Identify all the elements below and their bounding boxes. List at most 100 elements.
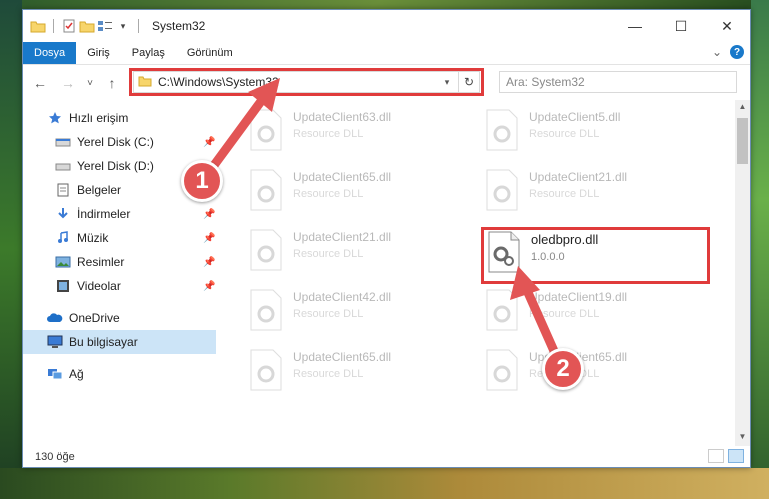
tab-giris[interactable]: Giriş [76, 42, 121, 64]
file-description: Resource DLL [529, 128, 600, 140]
drive-icon [55, 134, 71, 150]
file-item[interactable]: UpdateClient63.dll Resource DLL [247, 108, 467, 164]
sidebar-item-indirmeler[interactable]: İndirmeler 📌 [23, 202, 216, 226]
dll-file-icon [483, 108, 521, 152]
status-bar: 130 öğe [23, 446, 750, 467]
navigation-pane: Hızlı erişim Yerel Disk (C:) 📌 Yerel Dis… [23, 100, 216, 444]
ribbon-tabs: Dosya Giriş Paylaş Görünüm ⌄ ? [23, 42, 750, 65]
sidebar-item-muzik[interactable]: Müzik 📌 [23, 226, 216, 250]
sidebar-item-network[interactable]: Ağ [23, 362, 216, 386]
dll-file-icon [247, 288, 285, 332]
file-name: UpdateClient19.dll [529, 290, 628, 304]
scroll-down-icon[interactable]: ▼ [735, 432, 750, 441]
expand-ribbon-icon[interactable]: ⌄ [712, 45, 722, 59]
dll-file-icon [247, 228, 285, 272]
pin-icon[interactable]: 📌 [203, 257, 215, 268]
sidebar-item-label: Ağ [69, 367, 84, 381]
file-item[interactable]: UpdateClient21.dll Resource DLL [247, 228, 467, 284]
file-item[interactable]: UpdateClient42.dll Resource DLL [247, 288, 467, 344]
sidebar-item-label: Belgeler [77, 183, 122, 197]
sidebar-item-resimler[interactable]: Resimler 📌 [23, 250, 216, 274]
help-icon[interactable]: ? [730, 45, 744, 59]
maximize-button[interactable]: ☐ [658, 10, 704, 42]
dll-file-icon [247, 348, 285, 392]
computer-icon [47, 334, 63, 350]
tab-paylas[interactable]: Paylaş [121, 42, 176, 64]
downloads-icon [55, 206, 71, 222]
sidebar-item-label: Resimler [77, 255, 125, 269]
forward-button[interactable]: → [57, 75, 79, 91]
item-count: 130 öğe [35, 450, 75, 463]
scrollbar-thumb[interactable] [737, 118, 748, 164]
file-item[interactable]: UpdateClient21.dll Resource DLL [483, 168, 703, 224]
navigation-bar: ← → ˅ ↑ C:\Windows\System32 ▾ ↻ Ara: Sys… [23, 65, 750, 101]
documents-icon [55, 182, 71, 198]
properties-icon[interactable] [61, 18, 77, 34]
customize-toolbar-icon[interactable]: ▾ [115, 18, 131, 34]
address-highlight-box [129, 68, 484, 96]
pin-icon[interactable]: 📌 [203, 137, 215, 148]
file-description: Resource DLL [293, 128, 364, 140]
toolbar-divider [138, 19, 139, 33]
tab-gorunum[interactable]: Görünüm [176, 42, 244, 64]
dll-file-icon [247, 108, 285, 152]
ribbon-right-controls: ⌄ ? [712, 45, 744, 59]
desktop-wallpaper-left [0, 0, 22, 499]
file-name: UpdateClient21.dll [529, 170, 628, 184]
vertical-scrollbar[interactable]: ▲ ▼ [735, 100, 750, 446]
file-description: Resource DLL [293, 188, 364, 200]
file-explorer-window: ▾ System32 — ☐ ✕ Dosya Giriş Paylaş Görü… [22, 9, 751, 468]
desktop-wallpaper-right [751, 0, 769, 499]
minimize-button[interactable]: — [612, 10, 658, 42]
sidebar-item-label: Yerel Disk (D:) [77, 159, 154, 173]
up-button[interactable]: ↑ [101, 75, 123, 91]
search-placeholder: Ara: System32 [506, 75, 585, 89]
file-item[interactable]: UpdateClient65.dllResource DLL [247, 348, 467, 404]
file-description: Resource DLL [293, 248, 364, 260]
sidebar-item-videolar[interactable]: Videolar 📌 [23, 274, 216, 298]
sidebar-item-label: Bu bilgisayar [69, 335, 138, 349]
quick-access-toolbar: ▾ [30, 18, 144, 34]
toolbar-divider [53, 19, 54, 33]
sidebar-item-label: OneDrive [69, 311, 120, 325]
pin-icon[interactable]: 📌 [203, 209, 215, 220]
file-name: UpdateClient21.dll [293, 230, 392, 244]
music-icon [55, 230, 71, 246]
sidebar-item-label: Müzik [77, 231, 109, 245]
file-item[interactable]: UpdateClient19.dll Resource DLL [483, 288, 703, 344]
file-item[interactable]: UpdateClient65.dllResource DLL [247, 168, 467, 224]
details-view-icon[interactable] [708, 449, 724, 463]
step-1-badge: 1 [181, 160, 223, 202]
pin-icon[interactable]: 📌 [203, 281, 215, 292]
scroll-up-icon[interactable]: ▲ [735, 102, 750, 111]
back-button[interactable]: ← [29, 75, 51, 91]
sidebar-item-quick-access[interactable]: Hızlı erişim [23, 106, 216, 130]
file-name: UpdateClient5.dll [529, 110, 621, 124]
videos-icon [55, 278, 71, 294]
view-toggle [708, 449, 744, 463]
file-description: Resource DLL [529, 188, 600, 200]
folder-icon [30, 18, 46, 34]
dll-file-icon [483, 288, 521, 332]
cloud-icon [47, 310, 63, 326]
file-description: Resource DLL [529, 308, 600, 320]
file-item[interactable]: UpdateClient65.dllResource DLL [483, 348, 703, 404]
tiles-view-icon[interactable] [728, 449, 744, 463]
tab-dosya[interactable]: Dosya [23, 42, 77, 64]
window-title: System32 [152, 19, 206, 33]
title-bar: ▾ System32 — ☐ ✕ [23, 10, 750, 42]
recent-locations-button[interactable]: ˅ [79, 78, 101, 89]
file-highlight-box [481, 227, 710, 284]
search-box[interactable]: Ara: System32 [499, 71, 737, 93]
new-folder-icon[interactable] [79, 18, 95, 34]
file-item[interactable]: UpdateClient5.dll Resource DLL [483, 108, 703, 164]
sidebar-item-disk-c[interactable]: Yerel Disk (C:) 📌 [23, 130, 216, 154]
sidebar-item-label: Hızlı erişim [69, 111, 129, 125]
close-button[interactable]: ✕ [704, 10, 750, 42]
desktop-wallpaper-bottom [0, 468, 769, 499]
view-options-icon[interactable] [97, 18, 113, 34]
sidebar-item-this-pc[interactable]: Bu bilgisayar [23, 330, 216, 354]
network-icon [47, 366, 63, 382]
pin-icon[interactable]: 📌 [203, 233, 215, 244]
sidebar-item-onedrive[interactable]: OneDrive [23, 306, 216, 330]
